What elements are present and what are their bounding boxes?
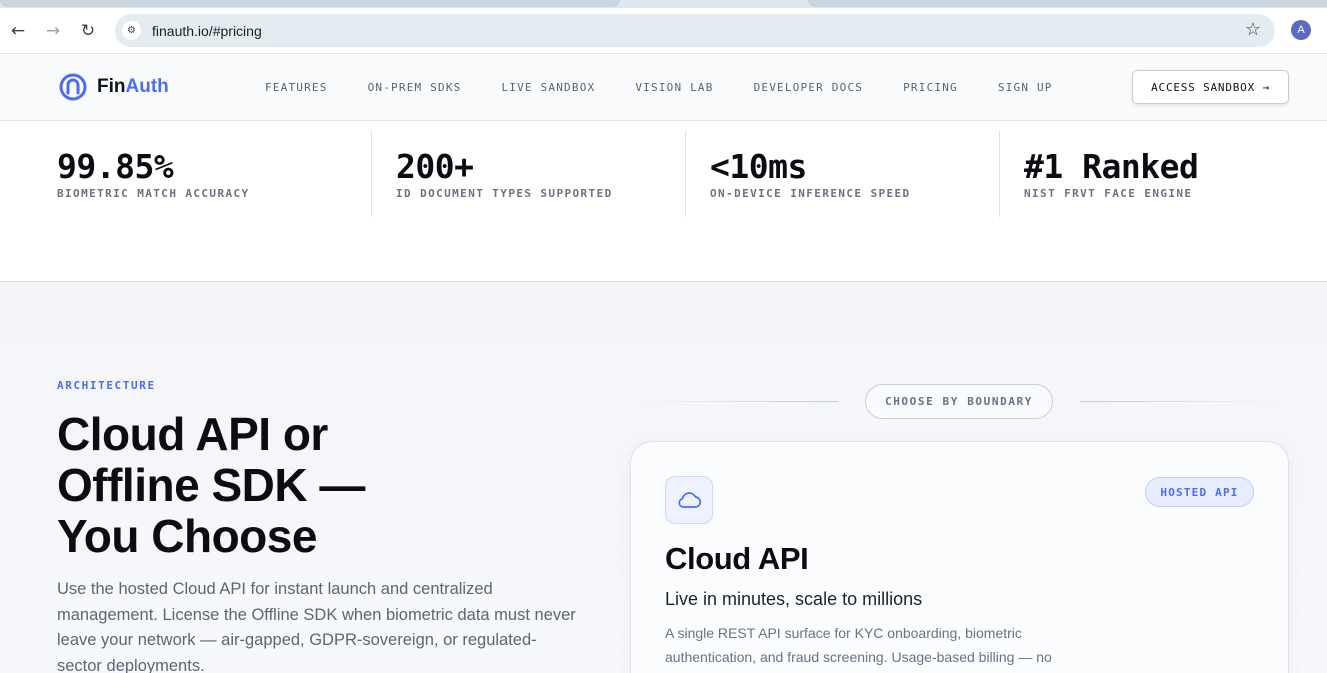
address-bar[interactable]: ⚙ finauth.io/#pricing ☆ (115, 14, 1275, 47)
nav-link-features[interactable]: FEATURES (265, 81, 328, 94)
profile-avatar[interactable]: A (1291, 20, 1311, 40)
cloud-api-card[interactable]: HOSTED API Cloud API Live in minutes, sc… (630, 441, 1289, 673)
section-lead: Use the hosted Cloud API for instant lau… (57, 580, 576, 673)
main-nav: FEATURES ON-PREM SDKS LIVE SANDBOX VISIO… (265, 81, 1093, 94)
divider-line (640, 401, 838, 402)
nav-link-on-prem-sdks[interactable]: ON-PREM SDKS (368, 81, 462, 94)
stat-value: 99.85% (57, 147, 174, 186)
headline-line: Cloud API or (57, 408, 328, 460)
nav-link-pricing[interactable]: PRICING (903, 81, 958, 94)
nav-link-live-sandbox[interactable]: LIVE SANDBOX (501, 81, 595, 94)
logo[interactable]: FinAuth (59, 73, 169, 101)
stat-label: ON-DEVICE INFERENCE SPEED (710, 187, 911, 200)
url-text[interactable]: finauth.io/#pricing (152, 23, 262, 39)
stats-strip: 99.85% BIOMETRIC MATCH ACCURACY 200+ ID … (0, 121, 1327, 282)
stat-label: BIOMETRIC MATCH ACCURACY (57, 187, 250, 200)
hosted-api-badge: HOSTED API (1145, 477, 1254, 507)
stat-item: 200+ ID DOCUMENT TYPES SUPPORTED (371, 130, 685, 217)
logo-text-primary: Fin (97, 76, 126, 97)
site-header: FinAuth FEATURES ON-PREM SDKS LIVE SANDB… (0, 54, 1327, 121)
stat-label: NIST FRVT FACE ENGINE (1024, 187, 1193, 200)
back-arrow-icon[interactable]: ← (6, 19, 30, 43)
site-settings-icon[interactable]: ⚙ (122, 21, 141, 40)
logo-text: FinAuth (97, 76, 169, 98)
stat-item: 99.85% BIOMETRIC MATCH ACCURACY (0, 130, 371, 217)
reload-icon[interactable]: ↻ (76, 19, 100, 43)
card-subtitle: Live in minutes, scale to millions (665, 589, 923, 609)
logo-text-accent: Auth (125, 76, 169, 97)
stat-value: <10ms (710, 147, 807, 186)
browser-toolbar: ← → ↻ ⚙ finauth.io/#pricing ☆ A (0, 8, 1327, 54)
nav-link-vision-lab[interactable]: VISION LAB (635, 81, 713, 94)
browser-tab[interactable] (808, 0, 1327, 7)
card-title: Cloud API (665, 541, 809, 576)
stat-value: #1 Ranked (1024, 147, 1199, 186)
forward-arrow-icon[interactable]: → (41, 19, 65, 43)
section-headline: Cloud API or Offline SDK — You Choose (57, 409, 477, 562)
boundary-pill: CHOOSE BY BOUNDARY (865, 384, 1053, 419)
star-icon[interactable]: ☆ (1245, 19, 1261, 40)
logo-mark-icon (59, 73, 87, 101)
architecture-section: ARCHITECTURE Cloud API or Offline SDK — … (0, 282, 1327, 673)
divider-line (1080, 401, 1280, 402)
stat-value: 200+ (396, 147, 474, 186)
stat-label: ID DOCUMENT TYPES SUPPORTED (396, 187, 613, 200)
nav-link-sign-up[interactable]: SIGN UP (998, 81, 1053, 94)
card-description: A single REST API surface for KYC onboar… (665, 625, 1052, 665)
headline-line: You Choose (57, 510, 317, 562)
cloud-icon (665, 476, 713, 524)
access-sandbox-button[interactable]: ACCESS SANDBOX → (1132, 70, 1289, 104)
browser-tab[interactable] (0, 0, 620, 7)
section-eyebrow: ARCHITECTURE (57, 379, 156, 392)
nav-link-developer-docs[interactable]: DEVELOPER DOCS (754, 81, 864, 94)
stat-item: #1 Ranked NIST FRVT FACE ENGINE (999, 130, 1319, 217)
stat-item: <10ms ON-DEVICE INFERENCE SPEED (685, 130, 999, 217)
headline-line: Offline SDK — (57, 459, 365, 511)
